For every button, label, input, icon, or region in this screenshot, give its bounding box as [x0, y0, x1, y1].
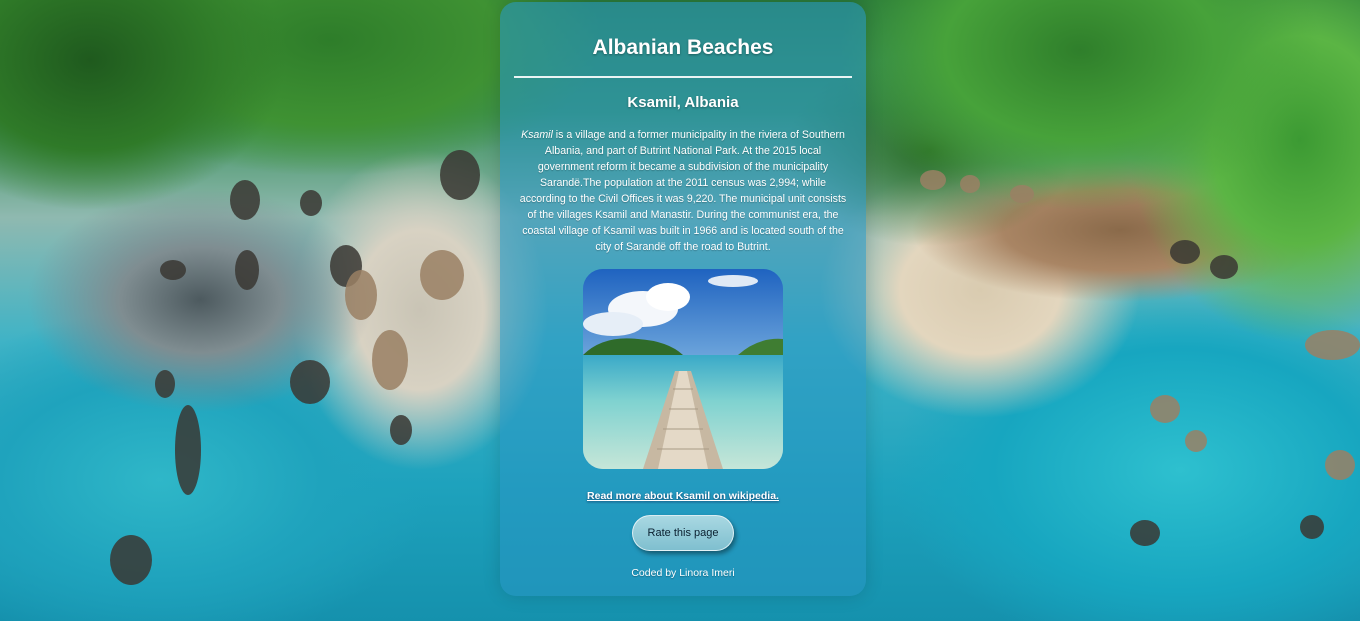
- beach-title: Ksamil, Albania: [627, 94, 739, 111]
- author-credit: Coded by Linora Imeri: [631, 567, 735, 579]
- rate-page-button[interactable]: Rate this page: [632, 515, 734, 551]
- site-title: Albanian Beaches: [592, 36, 774, 59]
- beach-card: Albanian Beaches Ksamil, Albania Ksamil …: [500, 2, 866, 596]
- description-lead: Ksamil: [521, 129, 553, 141]
- beach-description: Ksamil is a village and a former municip…: [517, 127, 849, 255]
- wikipedia-link[interactable]: Read more about Ksamil on wikipedia.: [500, 490, 866, 502]
- title-divider: [514, 76, 852, 78]
- beach-pier-photo: [583, 269, 783, 469]
- description-body: is a village and a former municipality i…: [519, 129, 847, 253]
